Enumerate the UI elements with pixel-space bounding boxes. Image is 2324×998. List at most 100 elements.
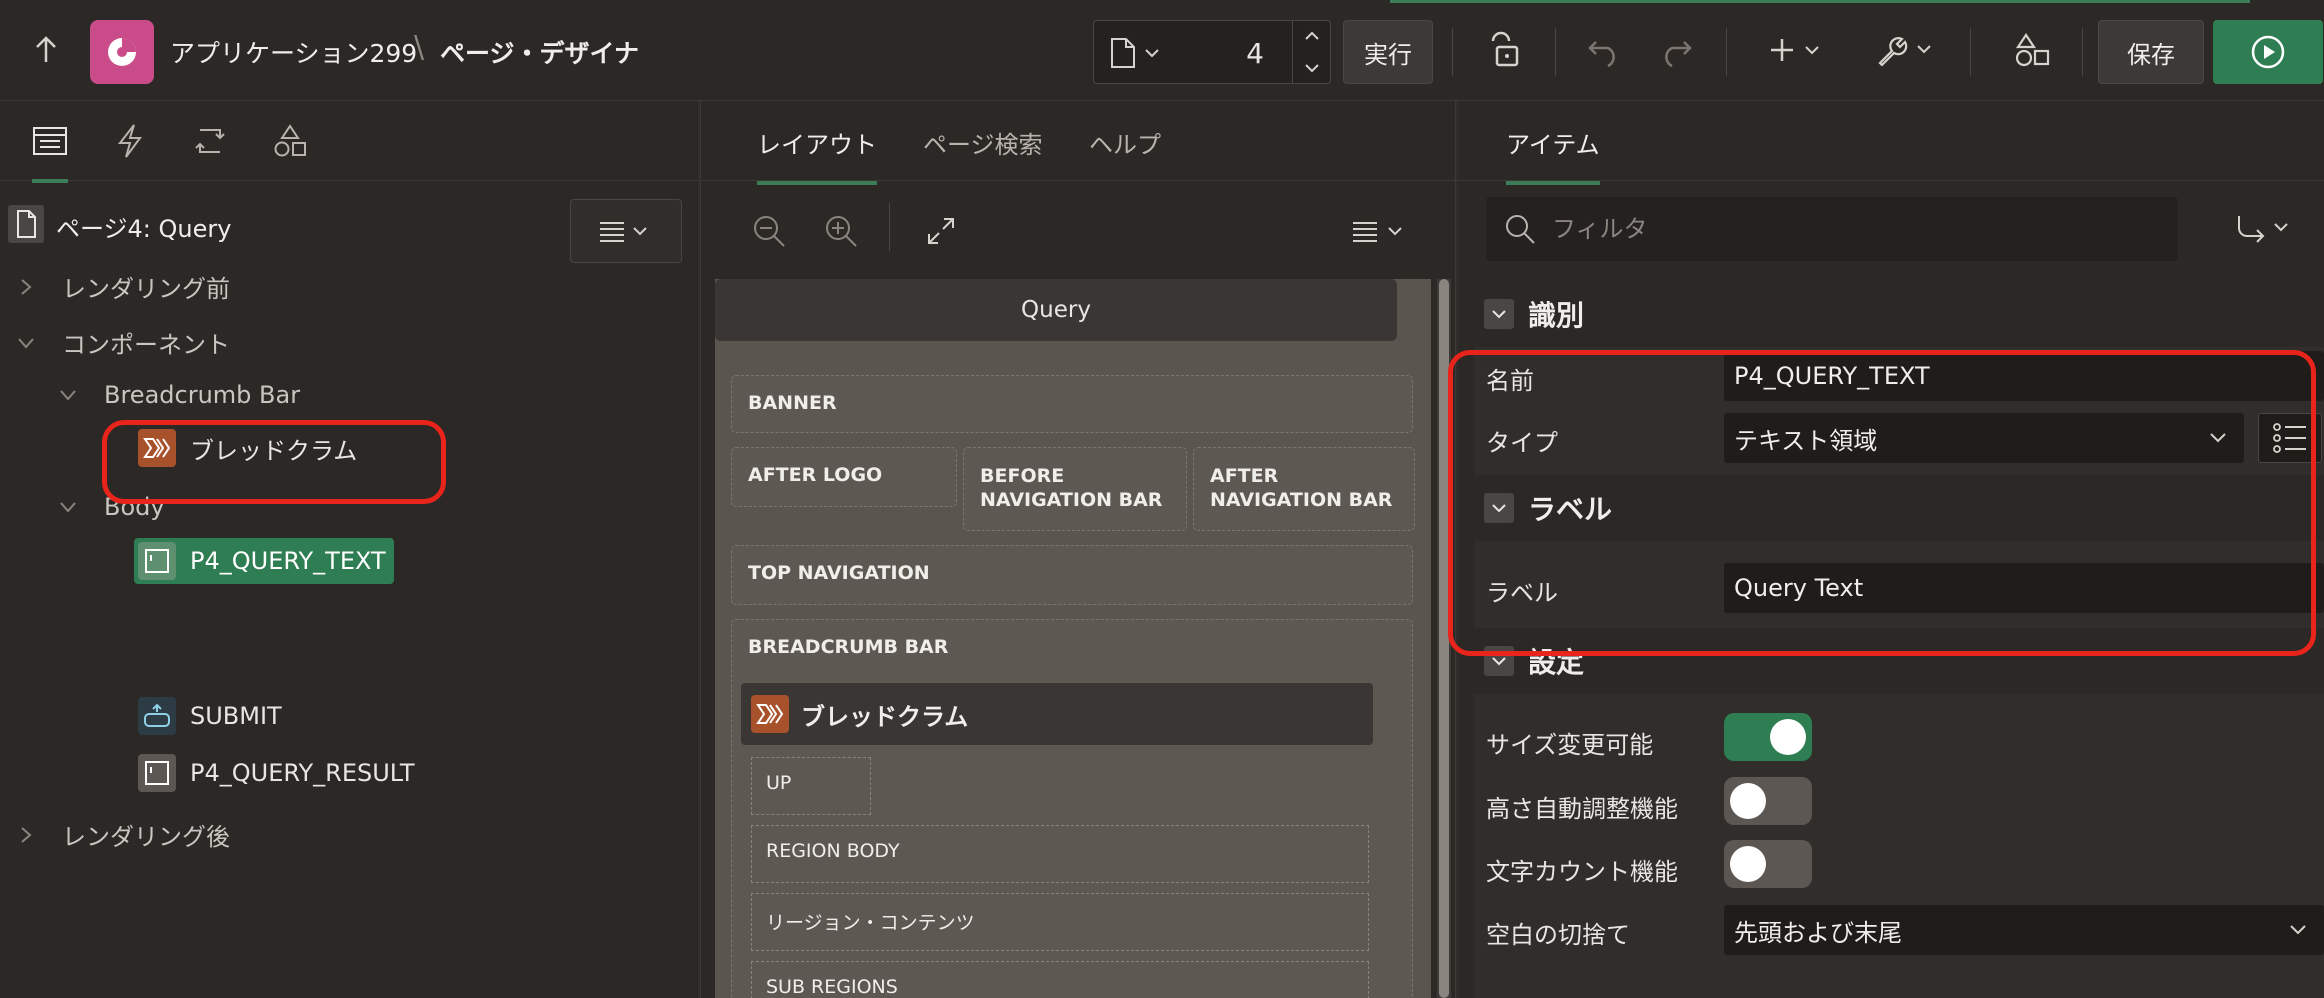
- left-panel: ページ4: Query レンダリング前 コンポーネント Breadcrumb B…: [0, 101, 698, 998]
- wrench-icon[interactable]: [1874, 30, 1940, 70]
- trim-select-value: 先頭および末尾: [1734, 918, 1902, 947]
- button-item-icon: [138, 697, 176, 735]
- tree-node-after-rendering[interactable]: レンダリング後: [16, 817, 230, 852]
- layout-canvas[interactable]: Query BANNER AFTER LOGO BEFORE NAVIGATIO…: [715, 279, 1431, 998]
- lock-icon[interactable]: [1484, 30, 1524, 70]
- tree-menu-button[interactable]: [570, 199, 682, 263]
- filter-box[interactable]: [1486, 197, 2178, 261]
- tree-node-p4-query-text[interactable]: P4_QUERY_TEXT: [134, 538, 394, 584]
- app-title[interactable]: アプリケーション299: [170, 34, 417, 70]
- rendering-tab-icon[interactable]: [30, 121, 70, 183]
- region-banner[interactable]: BANNER: [731, 375, 1413, 433]
- char-count-toggle[interactable]: [1724, 840, 1812, 888]
- tree-node-breadcrumb-bar[interactable]: Breadcrumb Bar: [58, 381, 300, 409]
- page-doc-icon[interactable]: [1108, 37, 1166, 73]
- slot-region-contents[interactable]: リージョン・コンテンツ: [751, 893, 1369, 951]
- chevron-down-icon[interactable]: [16, 333, 36, 353]
- toggle-knob: [1770, 719, 1806, 755]
- tree-label: コンポーネント: [62, 331, 230, 359]
- breadcrumb-component[interactable]: ブレッドクラム: [741, 683, 1373, 745]
- toolbar-divider: [1726, 28, 1727, 76]
- breadcrumb-label: ブレッドクラム: [801, 702, 969, 731]
- progress-indicator: [1390, 0, 2250, 3]
- page-icon: [8, 205, 44, 247]
- chevron-down-icon[interactable]: [58, 385, 78, 405]
- page-stepper[interactable]: [1292, 21, 1330, 83]
- tab-help[interactable]: ヘルプ: [1089, 125, 1161, 160]
- slot-sub-regions[interactable]: SUB REGIONS: [751, 961, 1369, 998]
- run-page-button[interactable]: [2213, 20, 2323, 84]
- region-top-navigation[interactable]: TOP NAVIGATION: [731, 545, 1413, 605]
- toolbar-divider: [1555, 28, 1556, 76]
- layout-toolbar: [701, 181, 1457, 279]
- breadcrumb-separator: \: [414, 30, 425, 65]
- chevron-down-icon[interactable]: [58, 497, 78, 517]
- breadcrumb-icon: [751, 695, 789, 733]
- app-icon[interactable]: [90, 20, 154, 84]
- group-title: 識別: [1528, 299, 1585, 332]
- expand-icon[interactable]: [921, 211, 961, 251]
- play-icon: [2251, 35, 2285, 69]
- auto-height-toggle[interactable]: [1724, 777, 1812, 825]
- prop-label-resizable: サイズ変更可能: [1486, 731, 1654, 759]
- group-identification[interactable]: 識別: [1474, 281, 2324, 347]
- toolbar-divider: [2082, 28, 2083, 76]
- region-after-logo[interactable]: AFTER LOGO: [731, 447, 957, 507]
- slot-region-body[interactable]: REGION BODY: [751, 825, 1369, 883]
- filter-input[interactable]: [1552, 215, 2152, 243]
- up-arrow-icon[interactable]: [28, 32, 64, 68]
- save-button[interactable]: 保存: [2098, 20, 2204, 84]
- annotation-highlight-left: [102, 420, 446, 504]
- zoom-out-icon[interactable]: [749, 211, 789, 251]
- region-after-nav[interactable]: AFTER NAVIGATION BAR: [1193, 447, 1415, 531]
- chevron-down-icon[interactable]: [1484, 299, 1514, 329]
- page-number-input[interactable]: 4: [1246, 37, 1264, 70]
- shared-components-icon[interactable]: [2012, 30, 2052, 70]
- tab-page-search[interactable]: ページ検索: [923, 125, 1043, 160]
- toolbar-divider: [1452, 28, 1453, 76]
- add-icon[interactable]: [1768, 30, 1828, 70]
- region-before-nav[interactable]: BEFORE NAVIGATION BAR: [963, 447, 1187, 531]
- resizable-toggle[interactable]: [1724, 713, 1812, 761]
- run-button-small[interactable]: 実行: [1343, 20, 1433, 84]
- tree-label: P4_QUERY_TEXT: [190, 547, 386, 575]
- toggle-knob: [1730, 846, 1766, 882]
- tree-label: SUBMIT: [190, 702, 282, 730]
- tree-root-label: ページ4: Query: [56, 214, 232, 243]
- goto-group-button[interactable]: [2230, 207, 2302, 251]
- page-selector[interactable]: 4: [1093, 20, 1331, 84]
- chevron-right-icon[interactable]: [16, 825, 36, 845]
- tree-node-submit[interactable]: SUBMIT: [138, 697, 282, 735]
- left-tab-bar: [0, 101, 698, 183]
- tab-item[interactable]: アイテム: [1506, 125, 1600, 185]
- redo-icon[interactable]: [1656, 30, 1696, 70]
- tree-node-components[interactable]: コンポーネント: [16, 325, 230, 360]
- tree-node-p4-query-result[interactable]: P4_QUERY_RESULT: [138, 754, 415, 792]
- toolbar-divider: [1970, 28, 1971, 76]
- goto-arrow-icon: [2238, 216, 2288, 243]
- toolbar-divider: [889, 203, 890, 251]
- tree-node-before-rendering[interactable]: レンダリング前: [16, 269, 230, 304]
- trim-select[interactable]: 先頭および末尾: [1724, 905, 2324, 955]
- list-menu-icon: [600, 222, 647, 242]
- toggle-knob: [1730, 783, 1766, 819]
- dynamic-actions-tab-icon[interactable]: [110, 121, 150, 161]
- chevron-right-icon[interactable]: [16, 277, 36, 297]
- undo-icon[interactable]: [1584, 30, 1624, 70]
- region-label: BREADCRUMB BAR: [748, 636, 949, 658]
- layout-menu-icon[interactable]: [1349, 215, 1413, 247]
- tree-root-page[interactable]: ページ4: Query: [8, 205, 231, 247]
- shared-components-tab-icon[interactable]: [270, 121, 310, 161]
- prop-label-char-count: 文字カウント機能: [1486, 858, 1678, 886]
- annotation-highlight-right: [1448, 350, 2316, 656]
- tree-label: レンダリング前: [62, 275, 230, 303]
- prop-label-auto-height: 高さ自動調整機能: [1486, 795, 1678, 823]
- region-query[interactable]: Query: [715, 279, 1397, 341]
- chevron-down-icon: [2290, 925, 2306, 935]
- center-tab-bar: レイアウト ページ検索 ヘルプ: [701, 101, 1457, 185]
- tab-layout[interactable]: レイアウト: [757, 125, 877, 185]
- zoom-in-icon[interactable]: [821, 211, 861, 251]
- prop-label-trim: 空白の切捨て: [1486, 921, 1630, 949]
- processing-tab-icon[interactable]: [190, 121, 230, 161]
- slot-up[interactable]: UP: [751, 757, 871, 815]
